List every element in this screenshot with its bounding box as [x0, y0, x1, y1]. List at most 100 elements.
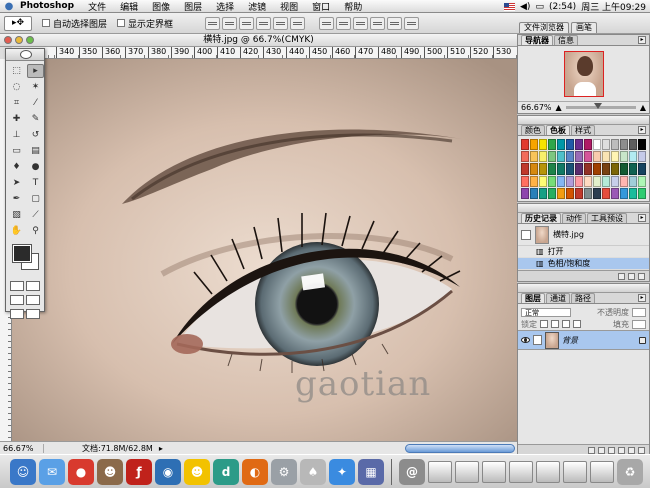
menu-filter[interactable]: 滤镜 [241, 0, 273, 13]
color-swatch[interactable] [521, 187, 529, 199]
fill-field[interactable] [632, 319, 646, 329]
balloon-icon[interactable]: ● [68, 458, 94, 485]
color-swatch[interactable] [575, 139, 583, 151]
eraser-tool-icon[interactable]: ▭ [8, 144, 25, 158]
color-swatch[interactable] [602, 163, 610, 175]
layer-visibility-eye-icon[interactable] [521, 337, 530, 343]
distribute-bottom-button[interactable] [353, 16, 369, 30]
color-swatch[interactable] [584, 163, 592, 175]
lock-transparency-icon[interactable] [540, 320, 548, 328]
horizontal-scrollbar[interactable] [405, 444, 515, 453]
image-canvas[interactable]: gaotian [12, 59, 517, 441]
palette-title-bar[interactable] [518, 284, 649, 293]
tab-color[interactable]: 颜色 [521, 125, 545, 135]
show-bounds-checkbox[interactable]: 显示定界框 [117, 17, 173, 30]
color-swatch[interactable] [530, 151, 538, 163]
brush-tool-icon[interactable]: ✎ [27, 112, 44, 126]
blur-tool-icon[interactable]: ♦ [8, 160, 25, 174]
finder-icon[interactable]: ☺ [10, 458, 36, 485]
color-swatch[interactable] [620, 163, 628, 175]
distribute-left-button[interactable] [370, 16, 386, 30]
color-swatch[interactable] [557, 139, 565, 151]
lock-position-icon[interactable] [562, 320, 570, 328]
foreground-color[interactable] [12, 244, 32, 263]
history-brush-tool-icon[interactable]: ↺ [27, 128, 44, 142]
color-swatch[interactable] [566, 163, 574, 175]
color-swatch[interactable] [539, 175, 547, 187]
layer-mask-icon[interactable] [598, 446, 605, 454]
type-tool-icon[interactable]: T [27, 176, 44, 190]
adjustment-layer-icon[interactable] [618, 446, 625, 454]
mail-icon[interactable]: @ [399, 458, 425, 485]
volume-icon[interactable]: ◀) [520, 2, 530, 12]
menu-edit[interactable]: 编辑 [113, 0, 145, 13]
photoshop-icon[interactable]: ◉ [155, 458, 181, 485]
firefox-icon[interactable]: ◐ [242, 458, 268, 485]
history-state-open[interactable]: ▥ 打开 [518, 246, 649, 258]
gradient-tool-icon[interactable]: ▤ [27, 144, 44, 158]
history-state-hue-saturation[interactable]: ▥ 色相/饱和度 [518, 258, 649, 270]
minimized-window[interactable] [428, 460, 452, 483]
apple-icon[interactable]: ♠ [300, 458, 326, 485]
color-swatch[interactable] [629, 187, 637, 199]
color-swatch[interactable] [593, 187, 601, 199]
color-swatch[interactable] [593, 163, 601, 175]
color-swatch[interactable] [566, 187, 574, 199]
minimized-window[interactable] [536, 460, 560, 483]
color-swatch[interactable] [566, 175, 574, 187]
color-swatch[interactable] [539, 139, 547, 151]
apple-menu-icon[interactable]: ● [0, 1, 18, 12]
color-swatch[interactable] [548, 163, 556, 175]
minimized-window[interactable] [563, 460, 587, 483]
color-swatch[interactable] [548, 139, 556, 151]
color-swatch[interactable] [611, 187, 619, 199]
magic-wand-tool-icon[interactable]: ✶ [27, 80, 44, 94]
document-title-bar[interactable]: 横特.jpg @ 66.7%(CMYK) [0, 34, 517, 47]
color-swatch[interactable] [584, 175, 592, 187]
tab-swatches[interactable]: 色板 [546, 125, 570, 135]
distribute-top-button[interactable] [319, 16, 335, 30]
minimize-window-icon[interactable] [15, 36, 23, 44]
lock-pixels-icon[interactable] [551, 320, 559, 328]
zoom-tool-icon[interactable]: ⚲ [27, 224, 44, 238]
color-swatch[interactable] [638, 187, 646, 199]
qq-icon[interactable]: ☻ [184, 458, 210, 485]
align-left-button[interactable] [256, 16, 272, 30]
menu-clock[interactable]: 周三 上午09:29 [581, 0, 646, 13]
battery-icon[interactable]: ▭ [535, 2, 544, 12]
well-tab-brushes[interactable]: 画笔 [571, 22, 597, 33]
color-swatch[interactable] [602, 139, 610, 151]
menu-image[interactable]: 图像 [145, 0, 177, 13]
color-swatch[interactable] [548, 151, 556, 163]
well-tab-file-browser[interactable]: 文件浏览器 [519, 22, 569, 33]
horizontal-ruler[interactable]: 340 350 360 370 380 390 400 410 420 430 … [12, 47, 517, 59]
color-swatch[interactable] [620, 151, 628, 163]
navigator-zoom-slider[interactable] [565, 103, 636, 109]
quick-mask-mode-icon[interactable] [26, 281, 40, 291]
crop-tool-icon[interactable]: ⌗ [8, 96, 25, 110]
distribute-hcenter-button[interactable] [387, 16, 403, 30]
history-source-icon[interactable] [521, 229, 531, 240]
color-swatch[interactable] [548, 175, 556, 187]
preferences-icon[interactable]: ⚙ [271, 458, 297, 485]
color-swatch[interactable] [530, 163, 538, 175]
color-swatch[interactable] [539, 151, 547, 163]
palette-menu-icon[interactable]: ▸ [638, 126, 646, 134]
standard-mode-icon[interactable] [10, 281, 24, 291]
color-swatch[interactable] [548, 187, 556, 199]
color-swatch[interactable] [593, 175, 601, 187]
zoom-out-icon[interactable]: ▲ [556, 103, 562, 112]
navigator-thumbnail[interactable] [563, 50, 604, 97]
palette-menu-icon[interactable]: ▸ [638, 294, 646, 302]
blend-mode-select[interactable]: 正常 [521, 307, 571, 317]
color-swatch[interactable] [611, 175, 619, 187]
auto-select-checkbox[interactable]: 自动选择图层 [42, 17, 107, 30]
color-swatch[interactable] [539, 163, 547, 175]
navigator-zoom-value[interactable]: 66.67% [521, 103, 552, 112]
pen-tool-icon[interactable]: ✒ [8, 192, 25, 206]
color-swatch[interactable] [629, 151, 637, 163]
marquee-tool-icon[interactable]: ⬚ [8, 64, 25, 78]
color-swatch[interactable] [620, 175, 628, 187]
ical-icon[interactable]: ✉ [39, 458, 65, 485]
photoshop-eye-icon[interactable] [20, 50, 32, 59]
